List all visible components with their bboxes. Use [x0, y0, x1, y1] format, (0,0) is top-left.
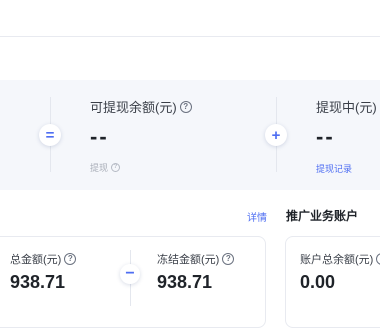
withdrawing-label: 提现中(元) ?	[316, 97, 380, 116]
withdrawable-balance-value: --	[90, 124, 109, 150]
withdraw-records-link[interactable]: 提现记录	[316, 162, 352, 175]
withdrawable-label-text: 可提现余额(元)	[90, 97, 177, 116]
account-total-value: 0.00	[300, 272, 335, 293]
promo-account-title: 推广业务账户	[286, 207, 358, 224]
question-circle-icon[interactable]: ?	[222, 253, 234, 265]
account-total-label-text: 账户总余额(元)	[300, 251, 373, 267]
withdraw-link-label[interactable]: 提现	[90, 161, 108, 174]
plus-icon: +	[265, 124, 287, 146]
question-circle-icon[interactable]: ?	[64, 253, 76, 265]
detail-link[interactable]: 详情	[247, 209, 267, 224]
withdrawable-balance-label: 可提现余额(元) ?	[90, 97, 192, 116]
plus-symbol: +	[272, 128, 281, 143]
total-amount-label-text: 总金额(元)	[10, 251, 61, 267]
withdrawing-value: --	[316, 124, 335, 150]
equals-icon: =	[39, 124, 61, 146]
frozen-amount-value: 938.71	[157, 272, 212, 293]
minus-icon: −	[120, 264, 140, 284]
question-circle-icon[interactable]: ?	[111, 163, 120, 172]
frozen-amount-label: 冻结金额(元) ?	[157, 251, 234, 267]
withdraw-records-label[interactable]: 提现记录	[316, 162, 352, 175]
withdraw-link[interactable]: 提现 ?	[90, 161, 120, 174]
total-amount-value: 938.71	[10, 272, 65, 293]
question-circle-icon[interactable]: ?	[180, 101, 192, 113]
total-amount-label: 总金额(元) ?	[10, 251, 76, 267]
minus-symbol: −	[125, 266, 134, 282]
account-total-label: 账户总余额(元) ?	[300, 251, 380, 267]
frozen-amount-label-text: 冻结金额(元)	[157, 251, 219, 267]
withdrawing-label-text: 提现中(元)	[316, 97, 377, 116]
equals-symbol: =	[46, 128, 55, 143]
question-circle-icon[interactable]: ?	[376, 253, 380, 265]
top-bar	[0, 0, 380, 37]
